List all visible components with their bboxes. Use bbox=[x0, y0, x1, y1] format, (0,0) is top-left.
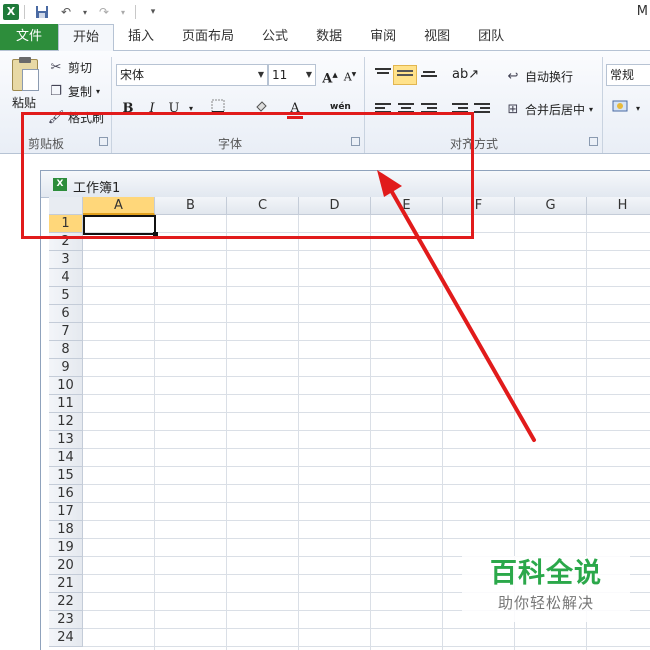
watermark: 百科全说 助你轻松解决 bbox=[462, 556, 630, 622]
annotation-arrow bbox=[377, 170, 536, 442]
watermark-subtitle: 助你轻松解决 bbox=[497, 594, 594, 612]
watermark-title: 百科全说 bbox=[490, 558, 602, 589]
